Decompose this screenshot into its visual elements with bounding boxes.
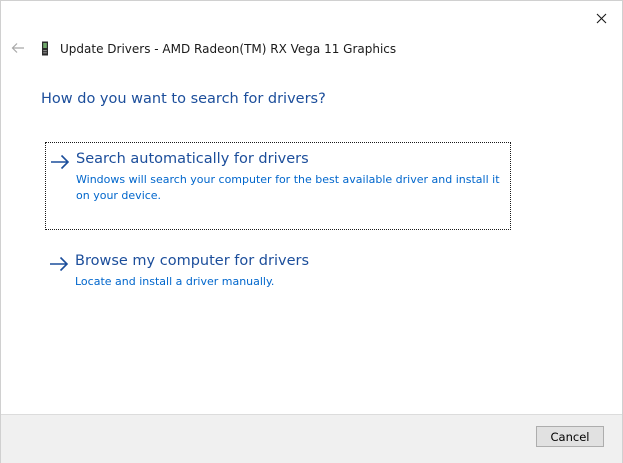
cancel-button[interactable]: Cancel: [536, 426, 604, 447]
browse-computer-title: Browse my computer for drivers: [75, 253, 310, 269]
browse-computer-option[interactable]: Browse my computer for drivers Locate an…: [45, 247, 511, 297]
search-automatically-option[interactable]: Search automatically for drivers Windows…: [45, 142, 511, 230]
close-button[interactable]: [581, 3, 621, 33]
dialog-title: Update Drivers - AMD Radeon(TM) RX Vega …: [60, 42, 397, 56]
graphics-card-icon: [42, 41, 48, 56]
browse-computer-description: Locate and install a driver manually.: [75, 275, 275, 288]
search-automatically-title: Search automatically for drivers: [76, 151, 309, 167]
right-arrow-icon: [50, 256, 69, 272]
dialog-title-row: Update Drivers - AMD Radeon(TM) RX Vega …: [41, 39, 396, 59]
update-drivers-dialog: Update Drivers - AMD Radeon(TM) RX Vega …: [0, 0, 623, 463]
back-arrow-icon: [11, 43, 24, 53]
back-button[interactable]: [7, 37, 29, 59]
right-arrow-icon: [51, 154, 70, 170]
page-heading: How do you want to search for drivers?: [41, 91, 326, 107]
close-icon: [596, 13, 606, 23]
search-automatically-description: Windows will search your computer for th…: [76, 173, 500, 202]
dialog-footer: Cancel: [1, 414, 622, 463]
